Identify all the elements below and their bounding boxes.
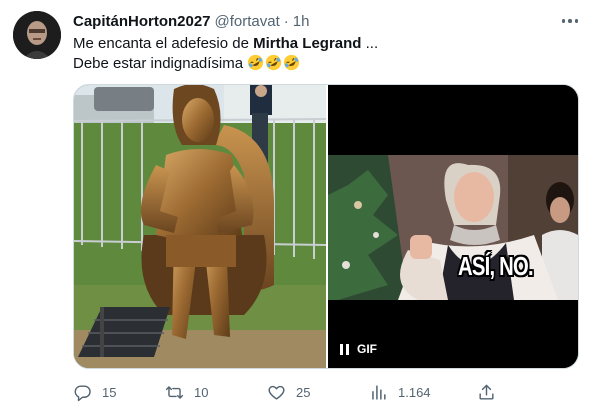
tweet-text-line2: Debe estar indignadísima: [73, 55, 244, 72]
gif-player[interactable]: ASÍ, NO. GIF: [328, 85, 578, 368]
views-count: 1.164: [398, 384, 431, 400]
reply-icon: [74, 384, 91, 401]
tweet-line-1: Me encanta el adefesio de Mirtha Legrand…: [73, 34, 573, 54]
user-handle[interactable]: @fortavat: [215, 13, 280, 30]
reply-button[interactable]: 15: [73, 378, 116, 406]
tweet-text-suffix: ...: [361, 35, 379, 52]
retweet-count: 10: [194, 384, 209, 400]
tweet-text-bold: Mirtha Legrand: [253, 35, 362, 52]
retweet-icon: [165, 385, 184, 399]
retweet-button[interactable]: 10: [165, 378, 208, 406]
like-count: 25: [296, 384, 311, 400]
tweet-text-prefix: Me encanta el adefesio de: [73, 35, 254, 52]
tweet[interactable]: CapitánHorton2027 @fortavat · 1h Me enca…: [0, 0, 593, 413]
pause-icon[interactable]: [340, 343, 349, 355]
views-button[interactable]: 1.164: [369, 378, 431, 406]
statue-photo[interactable]: [74, 85, 327, 368]
tweet-text: Me encanta el adefesio de Mirtha Legrand…: [73, 34, 573, 74]
action-bar: 15 10 25 1.164: [73, 378, 503, 406]
more-options-icon[interactable]: [560, 12, 580, 30]
heart-icon: [268, 385, 285, 400]
share-icon: [479, 384, 494, 400]
share-button[interactable]: [477, 378, 506, 406]
tweet-line-2: Debe estar indignadísima: [73, 54, 573, 74]
views-chart-icon: [372, 384, 386, 400]
gif-frame-image: [328, 85, 578, 368]
rolling-laughing-emoji-icon: [266, 54, 282, 71]
avatar[interactable]: [13, 11, 61, 59]
reply-count: 15: [102, 384, 117, 400]
display-name[interactable]: CapitánHorton2027: [73, 13, 211, 30]
like-button[interactable]: 25: [267, 378, 310, 406]
statue-photo-image: [74, 85, 327, 368]
tweet-header: CapitánHorton2027 @fortavat · 1h: [73, 11, 309, 31]
timestamp[interactable]: 1h: [293, 13, 310, 30]
rolling-laughing-emoji-icon: [284, 54, 300, 71]
separator-dot: ·: [283, 12, 289, 30]
rolling-laughing-emoji-icon: [248, 54, 264, 71]
media-grid: ASÍ, NO. GIF: [73, 84, 579, 369]
avatar-image: [13, 11, 61, 59]
gif-label: GIF: [357, 342, 377, 356]
gif-caption: ASÍ, NO.: [458, 251, 534, 281]
gif-badge[interactable]: GIF: [340, 342, 377, 356]
